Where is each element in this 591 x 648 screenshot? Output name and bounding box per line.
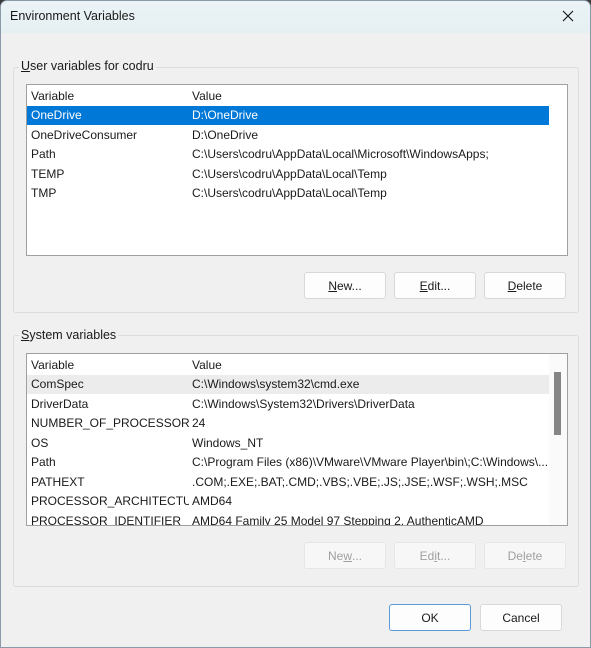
column-header-variable[interactable]: Variable <box>31 89 189 103</box>
variable-value: AMD64 <box>192 494 233 508</box>
user-new-button[interactable]: New... <box>304 272 386 299</box>
system-variables-label: System variables <box>19 328 119 342</box>
table-row[interactable]: ComSpec C:\Windows\system32\cmd.exe <box>27 375 549 394</box>
cancel-button[interactable]: Cancel <box>480 604 562 631</box>
table-row[interactable]: PROCESSOR_IDENTIFIER AMD64 Family 25 Mode… <box>27 512 549 526</box>
variable-name: ComSpec <box>31 377 84 391</box>
variable-name: OS <box>31 435 49 450</box>
user-edit-button[interactable]: Edit... <box>394 272 476 299</box>
system-edit-button[interactable]: Ed i t... <box>394 542 476 569</box>
variable-value: AMD64 Family 25 Model 97 Stepping 2, Aut… <box>192 513 484 526</box>
table-row[interactable]: OneDriveConsumer D:\OneDrive <box>27 126 549 145</box>
ok-button[interactable]: OK <box>389 604 471 631</box>
variable-value: C:\Users\codru\AppData\Local\Temp <box>192 186 387 200</box>
variable-value: C:\Windows\system32\cmd.exe <box>192 377 360 391</box>
table-row[interactable]: OS Windows_NT <box>27 434 549 453</box>
column-header-value[interactable]: Value <box>192 358 222 372</box>
table-row[interactable]: Path C:\Users\codru\AppData\Local\Microso… <box>27 145 549 164</box>
variable-value: 24 <box>192 416 206 430</box>
table-row[interactable]: TEMP C:\Users\codru\AppData\Local\Temp <box>27 165 549 184</box>
table-row[interactable]: OneDrive D:\OneDrive <box>27 106 549 125</box>
variable-name: OneDriveConsumer <box>31 127 138 142</box>
variable-value: C:\Windows\System32\Drivers\DriverData <box>192 396 415 411</box>
column-header-value[interactable]: Value <box>192 89 222 103</box>
system-new-button[interactable]: Ne w... <box>304 542 386 569</box>
close-icon <box>562 10 574 22</box>
window-title: Environment Variables <box>10 9 135 23</box>
vertical-scrollbar[interactable] <box>549 354 567 525</box>
table-row[interactable]: TMP C:\Users\codru\AppData\Local\Temp <box>27 184 549 203</box>
user-variables-label: User variables for codru <box>19 59 156 73</box>
variable-name: TEMP <box>31 166 65 181</box>
user-delete-button[interactable]: Delete <box>484 272 566 299</box>
table-row[interactable]: DriverData C:\Windows\System32\Drivers\Dr… <box>27 395 549 414</box>
table-row[interactable]: PROCESSOR_ARCHITECTUREAMD64 <box>27 492 549 511</box>
system-variables-list[interactable]: Variable Value ComSpec C:\Windows\system3… <box>26 353 568 526</box>
title-bar: Environment Variables <box>1 1 590 33</box>
column-header-variable[interactable]: Variable <box>31 358 189 372</box>
variable-name: PROCESSOR_ARCHITECTURE <box>31 494 189 508</box>
variable-value: C:\Users\codru\AppData\Local\Temp <box>192 166 387 181</box>
table-row[interactable]: NUMBER_OF_PROCESSORS 24 <box>27 414 549 433</box>
variable-name: PROCESSOR_IDENTIFIER <box>31 513 182 526</box>
variable-name: NUMBER_OF_PROCESSORS <box>31 416 189 430</box>
variable-name: Path <box>31 455 56 469</box>
variable-value: .COM;.EXE;.BAT;.CMD;.VBS;.VBE;.JS;.JSE;.… <box>192 474 528 489</box>
user-variables-list[interactable]: Variable Value OneDrive D:\OneDrive OneDri… <box>26 84 568 256</box>
variable-name: DriverData <box>31 396 89 411</box>
variable-value: C:\Users\codru\AppData\Local\Microsoft\W… <box>192 147 489 161</box>
variable-name: OneDrive <box>31 108 82 122</box>
variable-name: PATHEXT <box>31 474 85 489</box>
system-delete-button[interactable]: De l ete <box>484 542 566 569</box>
variable-value: D:\OneDrive <box>192 127 259 142</box>
variable-name: Path <box>31 147 56 161</box>
variable-value: C:\Program Files (x86)\VMware\VMware Pla… <box>192 455 549 469</box>
environment-variables-dialog: Environment Variables User variables for… <box>0 0 591 648</box>
list-header: Variable Value <box>27 356 567 375</box>
variable-value: Windows_NT <box>192 435 264 450</box>
list-header: Variable Value <box>27 87 567 106</box>
variable-name: TMP <box>31 186 57 200</box>
table-row[interactable]: PATHEXT .COM;.EXE;.BAT;.CMD;.VBS;.VBE;.JS… <box>27 473 549 492</box>
table-row[interactable]: Path C:\Program Files (x86)\VMware\VMware… <box>27 453 549 472</box>
variable-value: D:\OneDrive <box>192 108 259 122</box>
close-button[interactable] <box>546 1 590 31</box>
scrollbar-thumb[interactable] <box>554 372 561 435</box>
